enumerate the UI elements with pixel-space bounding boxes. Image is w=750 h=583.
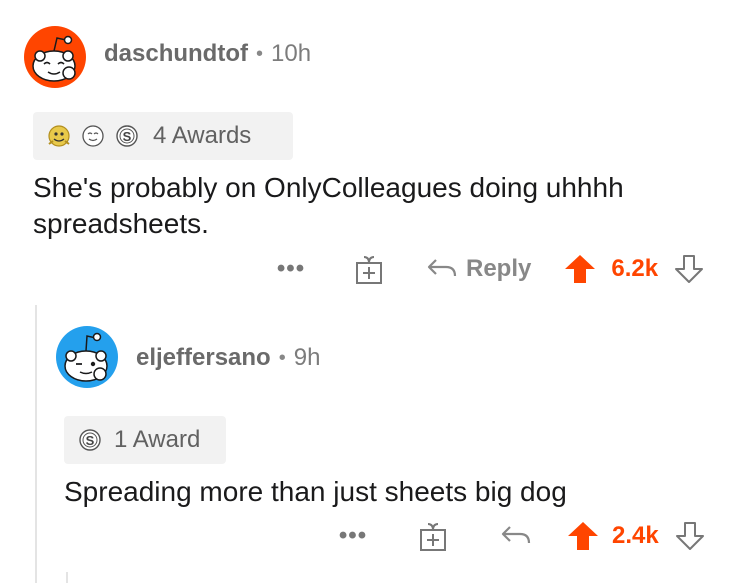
comment-age: 10h [271, 40, 312, 67]
vote-score: 6.2k [611, 255, 659, 282]
helpful-award-icon [48, 125, 70, 147]
silver-award-icon: S [79, 429, 101, 451]
gift-icon [420, 523, 446, 551]
upvote-arrow-icon [568, 522, 598, 550]
svg-text:S: S [123, 129, 132, 144]
snoo-avatar-icon [64, 332, 108, 382]
reply-label: Reply [466, 255, 532, 282]
avatar[interactable] [24, 26, 86, 88]
reply-button[interactable] [500, 524, 532, 548]
awards-badge[interactable]: S 1 Award [64, 416, 226, 464]
upvote-button[interactable] [566, 520, 600, 552]
comment-meta: eljeffersano • 9h [136, 344, 320, 372]
snoo-avatar-icon [32, 35, 76, 82]
gift-icon [356, 256, 382, 284]
more-options-button[interactable]: ••• [276, 255, 306, 283]
awards-count: 1 Award [114, 426, 201, 453]
upvote-button[interactable] [563, 253, 597, 285]
silver-award-icon: S [116, 125, 138, 147]
comment-body: She's probably on OnlyColleagues doing u… [33, 172, 624, 239]
wholesome-award-icon [82, 125, 104, 147]
downvote-arrow-icon [675, 255, 704, 283]
reply-arrow-icon [501, 526, 531, 544]
more-options-button[interactable]: ••• [338, 522, 368, 550]
downvote-button[interactable] [675, 520, 705, 552]
thread-line [35, 305, 37, 583]
thread-line-nested [66, 572, 68, 583]
reply-arrow-icon [427, 259, 457, 277]
comment-actions: ••• 2.4k [338, 516, 705, 556]
comment-age: 9h [293, 344, 321, 371]
meta-separator: • [278, 346, 286, 369]
reply-button[interactable]: Reply [426, 255, 531, 283]
give-award-button[interactable] [354, 253, 384, 285]
downvote-arrow-icon [675, 522, 704, 550]
awards-count: 4 Awards [153, 122, 252, 149]
awards-badge[interactable]: S 4 Awards [33, 112, 293, 160]
meta-separator: • [256, 42, 264, 65]
avatar[interactable] [56, 326, 118, 388]
upvote-arrow-icon [565, 255, 596, 283]
give-award-button[interactable] [418, 520, 448, 552]
username[interactable]: daschundtof [104, 40, 248, 68]
downvote-button[interactable] [674, 253, 704, 285]
vote-score: 2.4k [612, 522, 659, 549]
comment-actions: ••• Reply 6.2k [276, 249, 704, 289]
comment-meta: daschundtof • 10h [104, 40, 311, 68]
username[interactable]: eljeffersano [136, 344, 271, 372]
svg-text:S: S [86, 433, 95, 448]
comment-body: Spreading more than just sheets big dog [64, 476, 567, 507]
